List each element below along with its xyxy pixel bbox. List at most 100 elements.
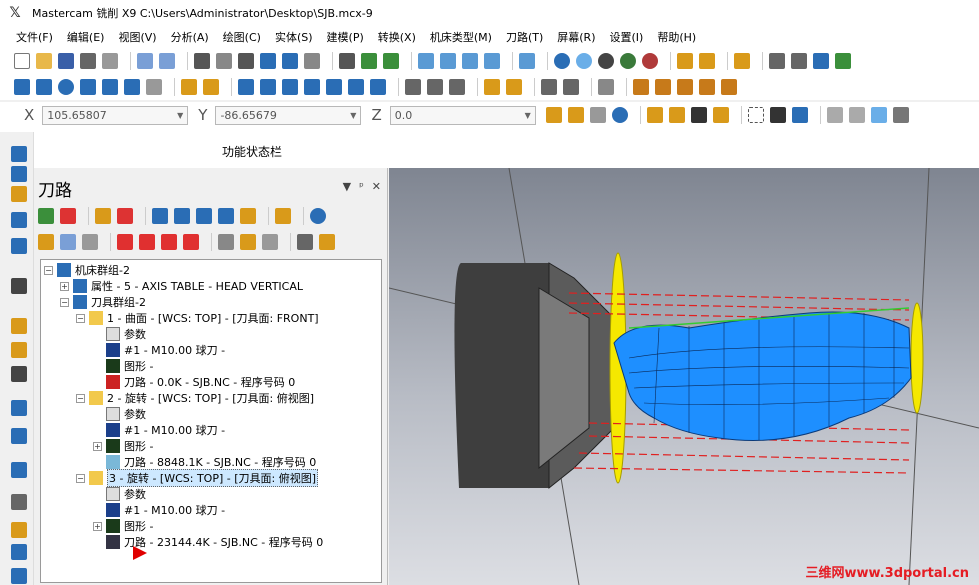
translate-icon[interactable] — [348, 79, 364, 95]
zoom-target-icon[interactable] — [304, 53, 320, 69]
scale-icon[interactable] — [326, 79, 342, 95]
insert-arrow-icon[interactable] — [131, 544, 149, 562]
open-folder-icon[interactable] — [36, 53, 52, 69]
dynamic-rotate-icon[interactable] — [383, 53, 399, 69]
surface-icon[interactable] — [633, 79, 649, 95]
display-stock-icon[interactable] — [240, 234, 256, 250]
lock-icon[interactable] — [38, 234, 54, 250]
op1-geometry[interactable]: 图形 - — [106, 358, 153, 374]
post-selected-icon[interactable] — [240, 208, 256, 224]
menu-edit[interactable]: 编辑(E) — [67, 29, 105, 45]
collapse-icon[interactable]: − — [76, 473, 85, 483]
join-icon[interactable] — [238, 79, 254, 95]
insert-arrow-icon[interactable] — [161, 234, 177, 250]
chevron-down-icon[interactable]: ▼ — [525, 111, 531, 120]
face-select-icon[interactable] — [848, 107, 865, 123]
panel-help-icon[interactable] — [310, 208, 326, 224]
undo-icon[interactable] — [137, 53, 153, 69]
auto-cursor-icon[interactable] — [567, 107, 584, 123]
rotate-icon[interactable] — [304, 79, 320, 95]
op2-toolpath[interactable]: 刀路 - 8848.1K - SJB.NC - 程序号码 0 — [106, 454, 316, 470]
project-icon[interactable] — [370, 79, 386, 95]
menu-model[interactable]: 建模(P) — [327, 29, 364, 45]
break-icon[interactable] — [203, 79, 219, 95]
panel-menu-icon[interactable]: ▼ — [343, 180, 351, 193]
sweep-surface-icon[interactable] — [699, 79, 715, 95]
simulate-icon[interactable] — [196, 208, 212, 224]
level-icon[interactable] — [734, 53, 750, 69]
collapse-icon[interactable]: − — [76, 313, 85, 323]
verify-icon[interactable] — [174, 208, 190, 224]
view-cube-icon[interactable] — [519, 53, 535, 69]
level-manager-icon[interactable] — [11, 166, 27, 182]
menu-help[interactable]: 帮助(H) — [657, 29, 696, 45]
rectangle-icon[interactable] — [80, 79, 96, 95]
stock-model-icon[interactable] — [11, 342, 27, 358]
body-select-icon[interactable] — [870, 107, 887, 123]
spline-icon[interactable] — [124, 79, 140, 95]
scroll-arrow-icon[interactable] — [183, 234, 199, 250]
tree-properties[interactable]: + 属性 - 5 - AXIS TABLE - HEAD VERTICAL — [60, 278, 303, 294]
view-sheets-icon[interactable] — [11, 544, 27, 560]
toggle-grid-icon[interactable] — [11, 494, 27, 510]
collapse-icon[interactable]: − — [44, 265, 53, 275]
select-all-ops-icon[interactable] — [38, 208, 54, 224]
planes-icon[interactable] — [11, 278, 27, 294]
help-icon[interactable] — [611, 107, 628, 123]
statistics-icon[interactable] — [813, 53, 829, 69]
view-front-icon[interactable] — [440, 53, 456, 69]
hidden-line-icon[interactable] — [598, 53, 614, 69]
fast-point-icon[interactable] — [545, 107, 562, 123]
analyze-icon[interactable] — [769, 53, 785, 69]
cutter-icon[interactable] — [11, 366, 27, 382]
plugin-icon[interactable] — [835, 53, 851, 69]
line-tool-icon[interactable] — [677, 53, 693, 69]
tree-root-machine-group[interactable]: − 机床群组-2 — [44, 262, 130, 278]
transform-icon[interactable] — [11, 400, 27, 416]
menu-create[interactable]: 绘图(C) — [223, 29, 261, 45]
operation-2[interactable]: − 2 - 旋转 - [WCS: TOP] - [刀具面: 俯视图] — [76, 390, 314, 406]
op2-parameters[interactable]: 参数 — [106, 406, 146, 422]
new-file-icon[interactable] — [14, 53, 30, 69]
backplot-icon[interactable] — [152, 208, 168, 224]
post-g1-icon[interactable] — [218, 208, 234, 224]
delete-icon[interactable] — [699, 53, 715, 69]
xform-move-icon[interactable] — [405, 79, 421, 95]
revolve-surface-icon[interactable] — [677, 79, 693, 95]
pan-view-icon[interactable] — [361, 53, 377, 69]
op2-tool[interactable]: #1 - M10.00 球刀 - — [106, 422, 225, 438]
toolpath-editor-icon[interactable] — [297, 234, 313, 250]
manager-toggle-icon[interactable] — [11, 146, 27, 162]
save-icon[interactable] — [58, 53, 74, 69]
dimension-horizontal-icon[interactable] — [541, 79, 557, 95]
menu-screen[interactable]: 屏幕(R) — [557, 29, 595, 45]
menu-file[interactable]: 文件(F) — [16, 29, 53, 45]
expand-icon[interactable]: + — [93, 441, 102, 451]
roll-icon[interactable] — [449, 79, 465, 95]
move-down-icon[interactable] — [117, 234, 133, 250]
art-manager-icon[interactable] — [11, 212, 27, 228]
op1-parameters[interactable]: 参数 — [106, 326, 146, 342]
array-icon[interactable] — [427, 79, 443, 95]
window-select-icon[interactable] — [747, 107, 764, 123]
shape-icon[interactable] — [11, 522, 27, 538]
tree-tool-group[interactable]: − 刀具群组-2 — [60, 294, 146, 310]
edge-select-icon[interactable] — [892, 107, 909, 123]
menu-settings[interactable]: 设置(I) — [610, 29, 644, 45]
view-right-icon[interactable] — [462, 53, 478, 69]
y-coord-field[interactable]: -86.65679 ▼ — [215, 105, 362, 125]
zoom-window-icon[interactable] — [238, 53, 254, 69]
snap-icon[interactable] — [589, 107, 606, 123]
select-mode-icon[interactable] — [690, 107, 707, 123]
op2-geometry[interactable]: + 图形 - — [93, 438, 153, 454]
chain-select-icon[interactable] — [712, 107, 729, 123]
display-fixture-icon[interactable] — [262, 234, 278, 250]
fit-screen-icon[interactable] — [194, 53, 210, 69]
cube-select-icon[interactable] — [826, 107, 843, 123]
x-coord-field[interactable]: 105.65807 ▼ — [42, 105, 189, 125]
toggle-display-icon[interactable] — [60, 234, 76, 250]
hatch-icon[interactable] — [598, 79, 614, 95]
move-up-icon[interactable] — [139, 234, 155, 250]
expand-icon[interactable]: + — [60, 281, 69, 291]
chamfer-icon[interactable] — [146, 79, 162, 95]
